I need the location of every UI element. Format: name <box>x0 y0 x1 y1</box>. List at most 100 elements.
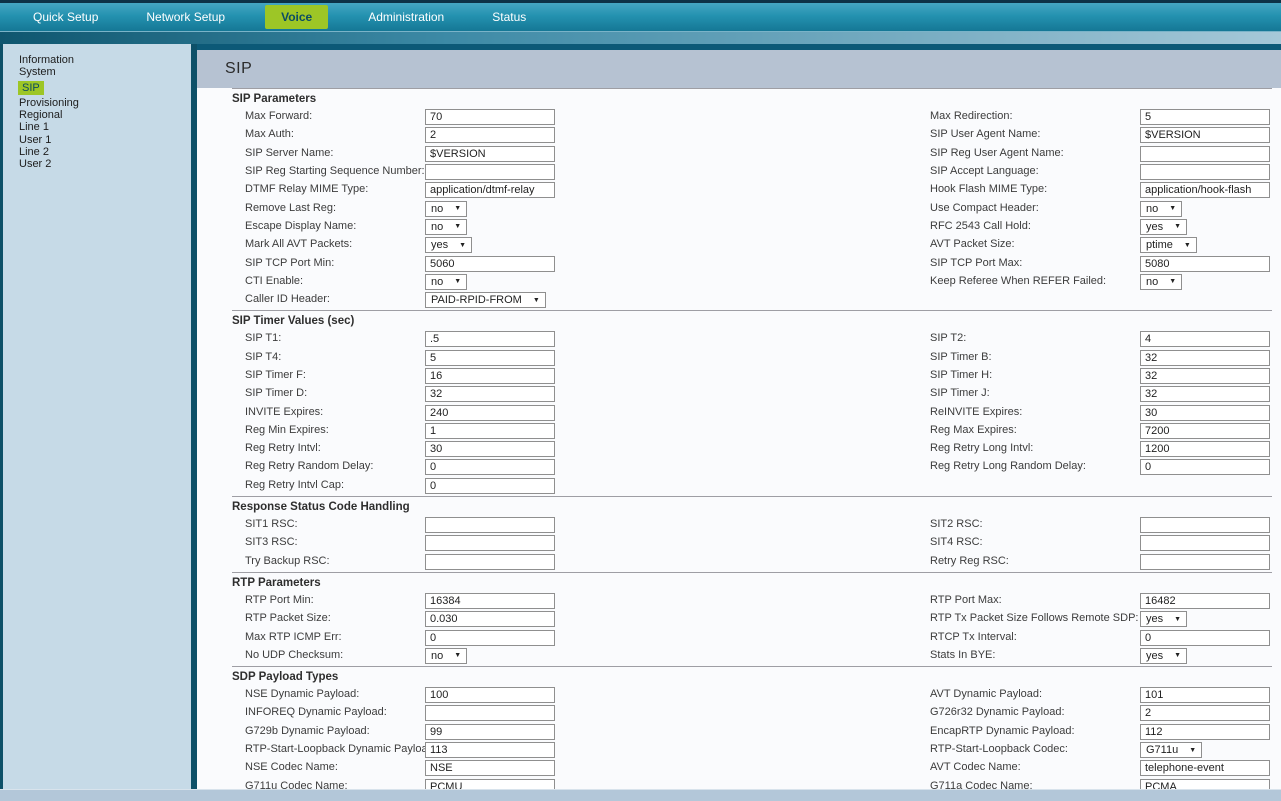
field-cell <box>425 457 930 475</box>
field-cell: ptime▼ <box>1140 235 1272 253</box>
nse-dynamic-payload-input[interactable] <box>425 687 555 703</box>
sip-user-agent-name-input[interactable] <box>1140 127 1270 143</box>
field-cell <box>425 421 930 439</box>
nav-tab-status[interactable]: Status <box>484 5 534 29</box>
sip-timer-f-input[interactable] <box>425 368 555 384</box>
reg-retry-long-intvl-input[interactable] <box>1140 441 1270 457</box>
rtp-port-max-input[interactable] <box>1140 593 1270 609</box>
sit3-rsc-input[interactable] <box>425 535 555 551</box>
reg-min-expires-input[interactable] <box>425 423 555 439</box>
max-auth-input[interactable] <box>425 127 555 143</box>
sip-tcp-port-min-input[interactable] <box>425 256 555 272</box>
rtcp-tx-interval-input[interactable] <box>1140 630 1270 646</box>
avt-codec-name-input[interactable] <box>1140 760 1270 776</box>
rtp-port-min-input[interactable] <box>425 593 555 609</box>
field-cell <box>425 180 930 198</box>
sit2-rsc-input[interactable] <box>1140 517 1270 533</box>
no-udp-checksum-select[interactable]: no▼ <box>425 648 467 664</box>
sidebar-item-information[interactable]: Information <box>18 54 191 66</box>
retry-reg-rsc-input[interactable] <box>1140 554 1270 570</box>
reg-retry-random-delay-input[interactable] <box>425 459 555 475</box>
escape-display-name-select[interactable]: no▼ <box>425 219 467 235</box>
reg-retry-intvl-cap-input[interactable] <box>425 478 555 494</box>
sip-accept-language-input[interactable] <box>1140 164 1270 180</box>
field-label: DTMF Relay MIME Type: <box>245 183 425 195</box>
sidebar-item-user-1[interactable]: User 1 <box>18 134 191 146</box>
nav-tab-administration[interactable]: Administration <box>360 5 452 29</box>
form-row: RTP Port Min:RTP Port Max: <box>232 591 1272 609</box>
caller-id-header-select[interactable]: PAID-RPID-FROM▼ <box>425 292 546 308</box>
sidebar-item-regional[interactable]: Regional <box>18 109 191 121</box>
dtmf-relay-mime-type-input[interactable] <box>425 182 555 198</box>
reinvite-expires-input[interactable] <box>1140 405 1270 421</box>
chevron-down-icon: ▼ <box>1169 278 1176 285</box>
sip-timer-b-input[interactable] <box>1140 350 1270 366</box>
rfc-2543-call-hold-select[interactable]: yes▼ <box>1140 219 1187 235</box>
field-label: Reg Retry Long Intvl: <box>930 442 1140 454</box>
rtp-start-loopback-codec-select[interactable]: G711u▼ <box>1140 742 1202 758</box>
sit4-rsc-input[interactable] <box>1140 535 1270 551</box>
sidebar-item-user-2[interactable]: User 2 <box>18 158 191 170</box>
reg-retry-intvl-input[interactable] <box>425 441 555 457</box>
rtp-start-loopback-dynamic-payload-input[interactable] <box>425 742 555 758</box>
field-label: SIP T2: <box>930 332 1140 344</box>
try-backup-rsc-input[interactable] <box>425 554 555 570</box>
sip-t4-input[interactable] <box>425 350 555 366</box>
field-cell <box>1140 722 1272 740</box>
field-label: INVITE Expires: <box>245 406 425 418</box>
inforeq-dynamic-payload-input[interactable] <box>425 705 555 721</box>
field-cell <box>1140 628 1272 646</box>
sidebar-item-sip[interactable]: SIP <box>18 81 191 95</box>
cti-enable-select[interactable]: no▼ <box>425 274 467 290</box>
field-cell <box>425 740 930 758</box>
max-rtp-icmp-err-input[interactable] <box>425 630 555 646</box>
sip-tcp-port-max-input[interactable] <box>1140 256 1270 272</box>
stats-in-bye-select[interactable]: yes▼ <box>1140 648 1187 664</box>
sidebar-item-provisioning[interactable]: Provisioning <box>18 97 191 109</box>
field-cell <box>425 703 930 721</box>
field-cell <box>1140 703 1272 721</box>
max-redirection-input[interactable] <box>1140 109 1270 125</box>
rtp-tx-packet-size-follows-remote-sdp-select[interactable]: yes▼ <box>1140 611 1187 627</box>
keep-referee-when-refer-failed-select[interactable]: no▼ <box>1140 274 1182 290</box>
reg-retry-long-random-delay-input[interactable] <box>1140 459 1270 475</box>
mark-all-avt-packets-select[interactable]: yes▼ <box>425 237 472 253</box>
nse-codec-name-input[interactable] <box>425 760 555 776</box>
sip-timer-d-input[interactable] <box>425 386 555 402</box>
field-label: SIP Reg Starting Sequence Number: <box>245 165 425 177</box>
field-label: RFC 2543 Call Hold: <box>930 220 1140 232</box>
sip-timer-h-input[interactable] <box>1140 368 1270 384</box>
field-label: SIP T4: <box>245 351 425 363</box>
remove-last-reg-select[interactable]: no▼ <box>425 201 467 217</box>
sip-reg-user-agent-name-input[interactable] <box>1140 146 1270 162</box>
section-sdp-payload-types: SDP Payload TypesNSE Dynamic Payload:AVT… <box>232 666 1272 801</box>
field-cell <box>1140 254 1272 272</box>
horizontal-scrollbar[interactable] <box>0 789 1281 801</box>
avt-packet-size-select[interactable]: ptime▼ <box>1140 237 1197 253</box>
sit1-rsc-input[interactable] <box>425 517 555 533</box>
sip-timer-j-input[interactable] <box>1140 386 1270 402</box>
hook-flash-mime-type-input[interactable] <box>1140 182 1270 198</box>
sidebar-item-system[interactable]: System <box>18 66 191 78</box>
rtp-packet-size-input[interactable] <box>425 611 555 627</box>
encaprtp-dynamic-payload-input[interactable] <box>1140 724 1270 740</box>
g729b-dynamic-payload-input[interactable] <box>425 724 555 740</box>
g726r32-dynamic-payload-input[interactable] <box>1140 705 1270 721</box>
nav-tab-voice[interactable]: Voice <box>265 5 328 29</box>
sip-server-name-input[interactable] <box>425 146 555 162</box>
nav-tab-network-setup[interactable]: Network Setup <box>138 5 233 29</box>
sidebar-item-line-1[interactable]: Line 1 <box>18 121 191 133</box>
form-row: SIP T1:SIP T2: <box>232 329 1272 347</box>
nav-tab-quick-setup[interactable]: Quick Setup <box>25 5 106 29</box>
sip-t1-input[interactable] <box>425 331 555 347</box>
sip-t2-input[interactable] <box>1140 331 1270 347</box>
invite-expires-input[interactable] <box>425 405 555 421</box>
reg-max-expires-input[interactable] <box>1140 423 1270 439</box>
select-value: no <box>431 276 443 288</box>
use-compact-header-select[interactable]: no▼ <box>1140 201 1182 217</box>
field-cell <box>1140 533 1272 551</box>
sip-reg-starting-sequence-number-input[interactable] <box>425 164 555 180</box>
sidebar-item-line-2[interactable]: Line 2 <box>18 146 191 158</box>
max-forward-input[interactable] <box>425 109 555 125</box>
avt-dynamic-payload-input[interactable] <box>1140 687 1270 703</box>
